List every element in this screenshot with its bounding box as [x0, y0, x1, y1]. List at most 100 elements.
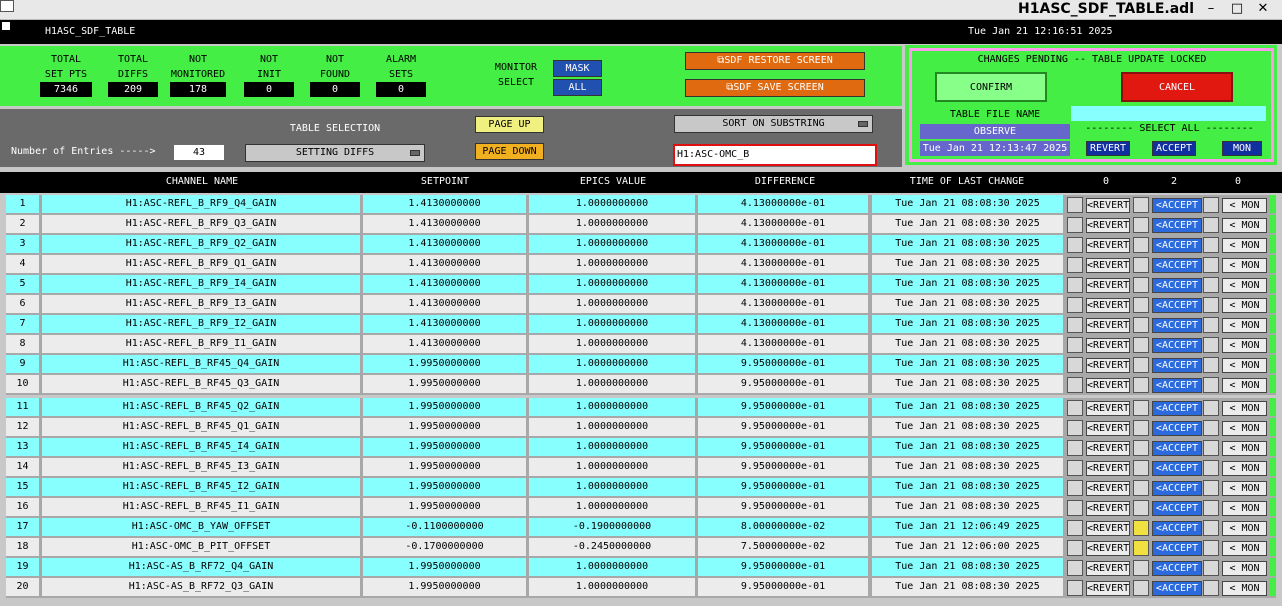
maximize-button[interactable]: □: [1228, 0, 1246, 18]
substring-input[interactable]: H1:ASC-OMC_B: [673, 144, 877, 166]
revert-checkbox[interactable]: [1067, 540, 1083, 556]
accept-checkbox[interactable]: [1133, 237, 1149, 253]
revert-checkbox[interactable]: [1067, 400, 1083, 416]
accept-checkbox[interactable]: [1133, 197, 1149, 213]
mon-checkbox[interactable]: [1203, 560, 1219, 576]
revert-checkbox[interactable]: [1067, 440, 1083, 456]
accept-checkbox[interactable]: [1133, 520, 1149, 536]
mon-button[interactable]: < MON: [1222, 278, 1267, 293]
mon-button[interactable]: < MON: [1222, 198, 1267, 213]
accept-button[interactable]: <ACCEPT: [1152, 338, 1202, 353]
revert-button[interactable]: <REVERT: [1086, 421, 1130, 436]
revert-button[interactable]: <REVERT: [1086, 501, 1130, 516]
revert-button[interactable]: <REVERT: [1086, 278, 1130, 293]
accept-checkbox[interactable]: [1133, 297, 1149, 313]
revert-button[interactable]: <REVERT: [1086, 318, 1130, 333]
mon-button[interactable]: < MON: [1222, 421, 1267, 436]
accept-button[interactable]: <ACCEPT: [1152, 581, 1202, 596]
revert-checkbox[interactable]: [1067, 297, 1083, 313]
revert-checkbox[interactable]: [1067, 560, 1083, 576]
accept-button[interactable]: <ACCEPT: [1152, 461, 1202, 476]
mon-checkbox[interactable]: [1203, 237, 1219, 253]
accept-button[interactable]: <ACCEPT: [1152, 278, 1202, 293]
revert-checkbox[interactable]: [1067, 357, 1083, 373]
mon-checkbox[interactable]: [1203, 460, 1219, 476]
cancel-button[interactable]: CANCEL: [1121, 72, 1233, 102]
revert-checkbox[interactable]: [1067, 460, 1083, 476]
page-down-button[interactable]: PAGE DOWN: [475, 143, 544, 160]
mon-checkbox[interactable]: [1203, 540, 1219, 556]
mon-button[interactable]: < MON: [1222, 258, 1267, 273]
mon-button[interactable]: < MON: [1222, 541, 1267, 556]
revert-checkbox[interactable]: [1067, 277, 1083, 293]
accept-button[interactable]: <ACCEPT: [1152, 258, 1202, 273]
revert-checkbox[interactable]: [1067, 317, 1083, 333]
accept-checkbox[interactable]: [1133, 440, 1149, 456]
mon-checkbox[interactable]: [1203, 580, 1219, 596]
accept-checkbox[interactable]: [1133, 257, 1149, 273]
mon-button[interactable]: < MON: [1222, 238, 1267, 253]
accept-checkbox[interactable]: [1133, 357, 1149, 373]
revert-button[interactable]: <REVERT: [1086, 298, 1130, 313]
mon-checkbox[interactable]: [1203, 520, 1219, 536]
sort-dropdown[interactable]: SORT ON SUBSTRING: [674, 115, 873, 133]
mon-checkbox[interactable]: [1203, 500, 1219, 516]
revert-checkbox[interactable]: [1067, 377, 1083, 393]
accept-checkbox[interactable]: [1133, 420, 1149, 436]
revert-button[interactable]: <REVERT: [1086, 358, 1130, 373]
accept-button[interactable]: <ACCEPT: [1152, 358, 1202, 373]
revert-button[interactable]: <REVERT: [1086, 481, 1130, 496]
mon-button[interactable]: < MON: [1222, 318, 1267, 333]
accept-button[interactable]: <ACCEPT: [1152, 421, 1202, 436]
mon-button[interactable]: < MON: [1222, 481, 1267, 496]
accept-checkbox[interactable]: [1133, 500, 1149, 516]
accept-button[interactable]: <ACCEPT: [1152, 378, 1202, 393]
mon-checkbox[interactable]: [1203, 377, 1219, 393]
mon-button[interactable]: < MON: [1222, 561, 1267, 576]
select-all-revert-button[interactable]: REVERT: [1086, 141, 1130, 156]
page-up-button[interactable]: PAGE UP: [475, 116, 544, 133]
close-button[interactable]: ✕: [1254, 0, 1272, 18]
mon-checkbox[interactable]: [1203, 217, 1219, 233]
minimize-button[interactable]: –: [1202, 0, 1220, 18]
revert-button[interactable]: <REVERT: [1086, 198, 1130, 213]
revert-button[interactable]: <REVERT: [1086, 521, 1130, 536]
accept-checkbox[interactable]: [1133, 540, 1149, 556]
revert-checkbox[interactable]: [1067, 197, 1083, 213]
revert-checkbox[interactable]: [1067, 337, 1083, 353]
mon-checkbox[interactable]: [1203, 357, 1219, 373]
revert-button[interactable]: <REVERT: [1086, 378, 1130, 393]
revert-button[interactable]: <REVERT: [1086, 258, 1130, 273]
revert-button[interactable]: <REVERT: [1086, 338, 1130, 353]
mask-button[interactable]: MASK: [553, 60, 602, 77]
accept-checkbox[interactable]: [1133, 480, 1149, 496]
accept-button[interactable]: <ACCEPT: [1152, 481, 1202, 496]
mon-button[interactable]: < MON: [1222, 521, 1267, 536]
mon-button[interactable]: < MON: [1222, 298, 1267, 313]
accept-button[interactable]: <ACCEPT: [1152, 218, 1202, 233]
revert-button[interactable]: <REVERT: [1086, 441, 1130, 456]
confirm-button[interactable]: CONFIRM: [935, 72, 1047, 102]
revert-button[interactable]: <REVERT: [1086, 238, 1130, 253]
accept-button[interactable]: <ACCEPT: [1152, 298, 1202, 313]
accept-button[interactable]: <ACCEPT: [1152, 198, 1202, 213]
accept-checkbox[interactable]: [1133, 560, 1149, 576]
accept-button[interactable]: <ACCEPT: [1152, 541, 1202, 556]
revert-checkbox[interactable]: [1067, 237, 1083, 253]
accept-button[interactable]: <ACCEPT: [1152, 318, 1202, 333]
revert-button[interactable]: <REVERT: [1086, 218, 1130, 233]
revert-checkbox[interactable]: [1067, 420, 1083, 436]
revert-checkbox[interactable]: [1067, 217, 1083, 233]
mon-checkbox[interactable]: [1203, 400, 1219, 416]
revert-checkbox[interactable]: [1067, 480, 1083, 496]
accept-checkbox[interactable]: [1133, 400, 1149, 416]
mon-button[interactable]: < MON: [1222, 461, 1267, 476]
mon-button[interactable]: < MON: [1222, 501, 1267, 516]
accept-checkbox[interactable]: [1133, 580, 1149, 596]
table-selection-dropdown[interactable]: SETTING DIFFS: [245, 144, 425, 162]
accept-checkbox[interactable]: [1133, 337, 1149, 353]
revert-checkbox[interactable]: [1067, 257, 1083, 273]
select-all-mon-button[interactable]: MON: [1222, 141, 1262, 156]
revert-checkbox[interactable]: [1067, 500, 1083, 516]
accept-checkbox[interactable]: [1133, 317, 1149, 333]
